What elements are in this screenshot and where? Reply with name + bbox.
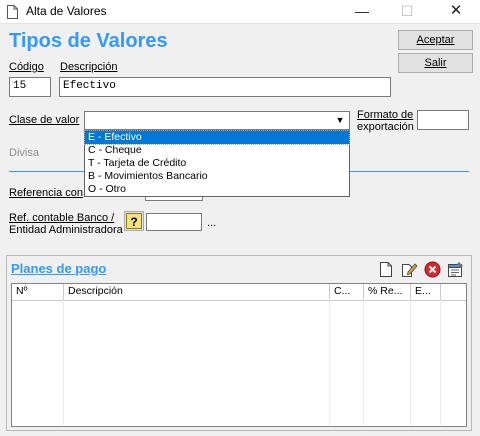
maximize-button[interactable]: ☐ bbox=[385, 0, 429, 24]
title-bar: Alta de Valores — ☐ ✕ bbox=[0, 0, 480, 24]
minimize-button[interactable]: — bbox=[340, 0, 384, 24]
formato-label: Formato de exportación bbox=[357, 109, 414, 133]
divisa-label: Divisa bbox=[9, 147, 39, 159]
exit-button[interactable]: Salir bbox=[398, 53, 473, 73]
codigo-field[interactable]: 15 bbox=[9, 77, 51, 97]
column-header[interactable]: C... bbox=[330, 284, 364, 300]
dropdown-option[interactable]: O - Otro bbox=[85, 183, 349, 196]
close-button[interactable]: ✕ bbox=[434, 0, 478, 24]
formato-field[interactable] bbox=[417, 110, 469, 130]
header-divider bbox=[12, 300, 466, 301]
dropdown-option[interactable]: B - Movimientos Bancario bbox=[85, 170, 349, 183]
lookup-button[interactable]: ? bbox=[124, 211, 144, 231]
grid-line bbox=[410, 300, 411, 426]
grid-line bbox=[329, 300, 330, 426]
page-title: Tipos de Valores bbox=[9, 30, 168, 52]
accept-button[interactable]: Aceptar bbox=[398, 30, 473, 50]
window-title: Alta de Valores bbox=[26, 4, 107, 18]
dropdown-option[interactable]: T - Tarjeta de Crédito bbox=[85, 157, 349, 170]
properties-icon[interactable] bbox=[447, 261, 465, 279]
grid-line bbox=[440, 300, 441, 426]
help-icon: ? bbox=[126, 213, 142, 229]
column-header[interactable]: % Re... bbox=[364, 284, 411, 300]
ref-banco-label: Ref. contable Banco / Entidad Administra… bbox=[9, 212, 123, 236]
delete-icon[interactable] bbox=[424, 261, 442, 279]
chevron-down-icon[interactable]: ▼ bbox=[331, 112, 349, 129]
dropdown-option[interactable]: E - Efectivo bbox=[84, 130, 350, 145]
codigo-label: Código bbox=[9, 61, 44, 73]
edit-icon[interactable] bbox=[400, 261, 418, 279]
document-icon bbox=[7, 5, 18, 19]
ellipsis-text: ... bbox=[207, 217, 217, 229]
clase-dropdown-list[interactable]: E - Efectivo C - Cheque T - Tarjeta de C… bbox=[84, 130, 350, 197]
clase-label: Clase de valor bbox=[9, 114, 80, 126]
svg-text:?: ? bbox=[130, 215, 137, 229]
referencia-label: Referencia con bbox=[9, 187, 83, 199]
descripcion-field[interactable]: Efectivo bbox=[59, 77, 391, 97]
column-header[interactable]: Descripción bbox=[64, 284, 330, 300]
planes-title: Planes de pago bbox=[11, 261, 107, 276]
ref-banco-field[interactable] bbox=[146, 213, 202, 231]
clase-select[interactable] bbox=[84, 111, 350, 130]
descripcion-label: Descripción bbox=[60, 61, 118, 73]
column-header[interactable]: Nº bbox=[12, 284, 64, 300]
dropdown-option[interactable]: C - Cheque bbox=[85, 144, 349, 157]
new-icon[interactable] bbox=[378, 261, 396, 279]
grid-line bbox=[63, 300, 64, 426]
column-header[interactable]: E... bbox=[411, 284, 441, 300]
planes-table[interactable]: Nº Descripción C... % Re... E... bbox=[11, 283, 467, 427]
grid-line bbox=[363, 300, 364, 426]
